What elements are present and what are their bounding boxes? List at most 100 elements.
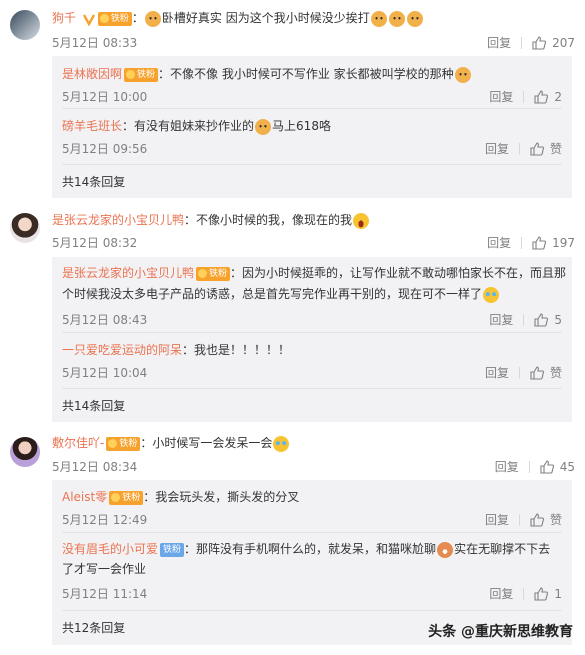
timestamp: 5月12日 08:32 bbox=[52, 236, 138, 250]
reply-button[interactable]: 回复 bbox=[489, 585, 513, 602]
reply-button[interactable]: 回复 bbox=[495, 458, 519, 475]
sub-reply-body: 是张云龙家的小宝贝儿鸭 铁粉 ：因为小时候挺乖的，让写作业就不敢动哪怕家长不在，而且… bbox=[62, 266, 567, 281]
more-replies-link[interactable]: 共14条回复 bbox=[62, 397, 125, 414]
reply-button[interactable]: 回复 bbox=[487, 34, 511, 51]
reply-button[interactable]: 回复 bbox=[489, 311, 513, 328]
separator bbox=[521, 236, 523, 249]
like-button[interactable]: 1 bbox=[534, 587, 562, 601]
comment-body: 狗千 铁粉：卧槽好真实 因为这个我小时候没少挨打 bbox=[52, 10, 575, 27]
sub-reply-text: 我会玩头发，撕头发的分叉 bbox=[155, 490, 300, 504]
username[interactable]: 一只爱吃爱运动的阿呆 bbox=[62, 343, 182, 357]
reply-button[interactable]: 回复 bbox=[485, 140, 509, 157]
thumbs-up-icon bbox=[532, 235, 547, 250]
username[interactable]: 敷尔佳吖- bbox=[52, 436, 104, 450]
fan-badge: 铁粉 bbox=[160, 542, 185, 557]
timestamp: 5月12日 08:43 bbox=[62, 313, 148, 327]
like-button[interactable]: 197 bbox=[532, 236, 575, 250]
separator bbox=[521, 36, 523, 49]
separator bbox=[523, 313, 525, 326]
comment-meta: 5月12日 08:32 回复 197 bbox=[52, 234, 575, 251]
reply-thread: 是张云龙家的小宝贝儿鸭 铁粉 ：因为小时候挺乖的，让写作业就不敢动哪怕家长不在，而且… bbox=[52, 257, 572, 422]
sub-reply-body: 没有眉毛的小可爱 铁粉 ：那阵没有手机啊什么的，就发呆，和猫咪尬聊 实在无聊撑不下去 bbox=[62, 541, 551, 558]
username[interactable]: 是张云龙家的小宝贝儿鸭 bbox=[62, 266, 194, 280]
like-count: 赞 bbox=[549, 366, 562, 380]
thumbs-up-icon bbox=[532, 35, 547, 50]
like-count: 5 bbox=[554, 312, 562, 327]
thumbs-up-icon bbox=[534, 89, 549, 104]
avatar[interactable] bbox=[10, 437, 40, 467]
sub-reply-body: 是林敞因啊 铁粉 ：不像不像 我小时候可不写作业 家长都被叫学校的那种 bbox=[62, 66, 562, 83]
like-button[interactable]: 赞 bbox=[530, 140, 562, 157]
comment-meta: 5月12日 08:33 回复 207 bbox=[52, 34, 575, 51]
reply-button[interactable]: 回复 bbox=[487, 234, 511, 251]
separator bbox=[518, 513, 520, 526]
sub-reply-text: 因为小时候挺乖的，让写作业就不敢动哪怕家长不在，而且那 bbox=[242, 266, 567, 280]
more-replies-link[interactable]: 共14条回复 bbox=[62, 173, 125, 190]
sub-reply-text-tail: 实在无聊撑不下去 bbox=[454, 542, 551, 556]
verified-v-icon bbox=[82, 13, 95, 26]
username[interactable]: Aleist零 bbox=[62, 490, 107, 504]
like-count: 2 bbox=[554, 89, 562, 104]
divider bbox=[62, 164, 562, 165]
thumbs-up-icon bbox=[530, 365, 544, 380]
username[interactable]: 狗千 bbox=[52, 11, 76, 25]
like-count: 207 bbox=[552, 35, 575, 50]
divider bbox=[62, 388, 562, 389]
username[interactable]: 是林敞因啊 bbox=[62, 67, 122, 81]
sub-reply-text-2: 马上618咯 bbox=[272, 119, 331, 133]
divider bbox=[62, 532, 562, 533]
sub-reply-meta: 5月12日 11:14 回复 1 bbox=[62, 585, 562, 602]
username[interactable]: 没有眉毛的小可爱 bbox=[62, 542, 158, 556]
like-button[interactable]: 207 bbox=[532, 36, 575, 50]
divider bbox=[62, 332, 562, 333]
like-count: 赞 bbox=[549, 142, 562, 156]
avatar[interactable] bbox=[10, 10, 40, 40]
cat-emoji-icon bbox=[144, 10, 161, 27]
like-count: 45 bbox=[559, 459, 575, 474]
reply-button[interactable]: 回复 bbox=[489, 88, 513, 105]
thumbs-up-icon bbox=[540, 459, 554, 474]
separator bbox=[528, 460, 530, 473]
comment-1: 狗千 铁粉：卧槽好真实 因为这个我小时候没少挨打 5月12日 08:33 回复 … bbox=[0, 0, 585, 205]
watermark: 头条 @重庆新思维教育 bbox=[428, 624, 573, 640]
sub-reply-meta: 5月12日 10:04 回复 赞 bbox=[62, 364, 562, 380]
like-button[interactable]: 赞 bbox=[530, 364, 562, 381]
cat-emoji-icon bbox=[255, 118, 272, 135]
timestamp: 5月12日 09:56 bbox=[62, 142, 148, 156]
username[interactable]: 是张云龙家的小宝贝儿鸭 bbox=[52, 213, 184, 227]
sub-reply-meta: 5月12日 08:43 回复 5 bbox=[62, 311, 562, 328]
laughing-emoji-icon bbox=[353, 212, 370, 229]
like-button[interactable]: 赞 bbox=[530, 511, 562, 528]
cat-emoji-icon bbox=[388, 10, 405, 27]
sub-reply-text-2: 了才写一会作业 bbox=[62, 562, 147, 576]
like-button[interactable]: 45 bbox=[540, 460, 575, 474]
like-button[interactable]: 2 bbox=[534, 90, 562, 104]
sub-reply-body: Aleist零 铁粉 ：我会玩头发，撕头发的分叉 bbox=[62, 490, 300, 505]
sub-reply-text: 那阵没有手机啊什么的，就发呆，和猫咪尬聊 bbox=[196, 542, 437, 556]
separator bbox=[518, 366, 520, 379]
sub-reply-body-line2: 个时候我没太多电子产品的诱惑，总是首先写完作业再干别的，现在可不一样了 bbox=[62, 286, 562, 303]
username[interactable]: 磅羊毛班长 bbox=[62, 119, 122, 133]
reply-button[interactable]: 回复 bbox=[485, 364, 509, 381]
timestamp: 5月12日 08:34 bbox=[52, 460, 138, 474]
sub-reply-text: 我也是！！！！！ bbox=[194, 343, 291, 357]
sub-reply-text: 有没有姐妹来抄作业的 bbox=[134, 119, 255, 133]
more-replies-link[interactable]: 共12条回复 bbox=[62, 619, 125, 636]
timestamp: 5月12日 10:00 bbox=[62, 90, 148, 104]
like-button[interactable]: 5 bbox=[534, 313, 562, 327]
comment-meta: 5月12日 08:34 回复 45 bbox=[52, 458, 575, 475]
like-count: 赞 bbox=[549, 513, 562, 527]
cat-emoji-icon bbox=[454, 66, 471, 83]
fan-badge: 铁粉 bbox=[124, 67, 159, 82]
timestamp: 5月12日 08:33 bbox=[52, 36, 138, 50]
timestamp: 5月12日 12:49 bbox=[62, 513, 148, 527]
comment-text: 小时候写一会发呆一会 bbox=[152, 436, 273, 450]
comment-body: 敷尔佳吖- 铁粉 ：小时候写一会发呆一会 bbox=[52, 435, 575, 452]
cat-emoji-icon bbox=[406, 10, 423, 27]
reply-button[interactable]: 回复 bbox=[485, 511, 509, 528]
divider bbox=[62, 108, 562, 109]
sub-reply-body: 磅羊毛班长：有没有姐妹来抄作业的 马上618咯 bbox=[62, 118, 331, 135]
sub-reply-meta: 5月12日 09:56 回复 赞 bbox=[62, 140, 562, 156]
avatar[interactable] bbox=[10, 213, 40, 243]
fan-badge: 铁粉 bbox=[106, 436, 141, 451]
